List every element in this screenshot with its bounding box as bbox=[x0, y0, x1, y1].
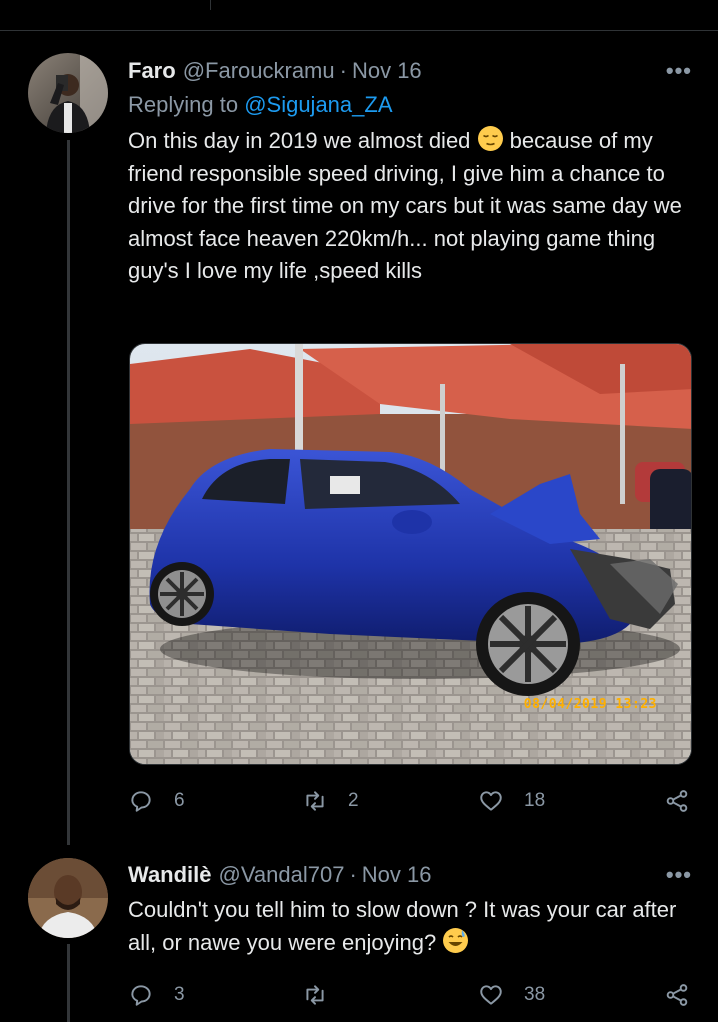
reply-button[interactable]: 3 bbox=[128, 982, 185, 1008]
top-divider bbox=[0, 30, 718, 31]
tweet-date[interactable]: Nov 16 bbox=[352, 58, 422, 84]
author-handle[interactable]: @Farouckramu bbox=[183, 58, 335, 84]
more-options-icon[interactable]: ••• bbox=[666, 58, 692, 84]
author-handle[interactable]: @Vandal707 bbox=[219, 862, 345, 888]
separator-dot: · bbox=[349, 862, 357, 887]
tweet-date[interactable]: Nov 16 bbox=[362, 862, 432, 888]
top-divider-tick bbox=[210, 0, 211, 10]
like-button[interactable]: 18 bbox=[478, 788, 545, 814]
heart-icon bbox=[480, 791, 502, 811]
reply-button[interactable]: 6 bbox=[128, 788, 185, 814]
reply-icon bbox=[131, 985, 151, 1006]
share-button[interactable] bbox=[664, 982, 690, 1008]
heart-icon bbox=[480, 985, 502, 1005]
retweet-icon bbox=[306, 985, 324, 1005]
tweet-actions: 3 38 bbox=[128, 982, 698, 1012]
tweet-header: Wandilè @Vandal707 · Nov 16 bbox=[128, 862, 432, 888]
avatar-wandile[interactable] bbox=[28, 858, 108, 938]
separator-dot: · bbox=[339, 58, 347, 83]
share-icon bbox=[666, 984, 688, 1006]
relieved-face-emoji bbox=[477, 125, 504, 152]
retweet-button[interactable] bbox=[302, 982, 348, 1008]
share-icon bbox=[666, 790, 688, 812]
like-button[interactable]: 38 bbox=[478, 982, 545, 1008]
tweet-text-body: Couldn't you tell him to slow down ? It … bbox=[128, 897, 677, 955]
author-name[interactable]: Faro bbox=[128, 58, 176, 84]
author-name[interactable]: Wandilè bbox=[128, 862, 212, 888]
replying-to-label: Replying to bbox=[128, 92, 245, 117]
reply-count: 6 bbox=[174, 790, 185, 811]
replying-to-mention[interactable]: @Sigujana_ZA bbox=[244, 92, 392, 117]
share-button[interactable] bbox=[664, 788, 690, 814]
replying-to: Replying to @Sigujana_ZA bbox=[128, 92, 393, 118]
tweet-text-part1: On this day in 2019 we almost died bbox=[128, 128, 477, 153]
grinning-sweat-emoji bbox=[442, 927, 469, 954]
reply-count: 3 bbox=[174, 984, 185, 1005]
like-count: 18 bbox=[524, 790, 546, 811]
retweet-button[interactable]: 2 bbox=[302, 788, 359, 814]
reply-icon bbox=[131, 791, 151, 812]
thread-connector-line bbox=[67, 140, 70, 845]
tweet-text: On this day in 2019 we almost died becau… bbox=[128, 125, 698, 288]
avatar-faro[interactable] bbox=[28, 53, 108, 133]
more-options-icon[interactable]: ••• bbox=[666, 862, 692, 888]
tweet-text: Couldn't you tell him to slow down ? It … bbox=[128, 894, 698, 959]
tweet-header: Faro @Farouckramu · Nov 16 bbox=[128, 58, 422, 84]
tweet-photo[interactable]: 08/04/2019 13:23 bbox=[129, 343, 692, 765]
retweet-icon bbox=[306, 791, 324, 811]
retweet-count: 2 bbox=[348, 790, 359, 811]
thread-connector-line bbox=[67, 944, 70, 1022]
tweet-actions: 6 2 18 bbox=[128, 788, 698, 818]
photo-timestamp: 08/04/2019 13:23 bbox=[523, 697, 657, 712]
like-count: 38 bbox=[524, 984, 546, 1005]
